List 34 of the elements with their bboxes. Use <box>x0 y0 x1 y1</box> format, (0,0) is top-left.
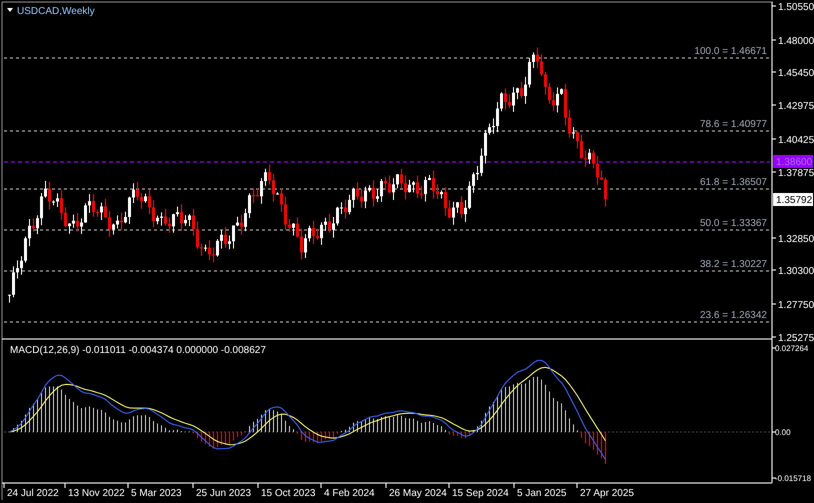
price-axis-label: 1.50550 <box>778 2 814 13</box>
time-axis-label: 4 Feb 2024 <box>324 488 375 499</box>
time-axis-label: 24 Jul 2022 <box>7 488 59 499</box>
fibonacci-level-label: 78.6 = 1.40977 <box>700 119 767 130</box>
macd-label: MACD(12,26,9) -0.011011 -0.004374 0.000000 -0.008627 <box>10 345 266 356</box>
fibonacci-level-label: 38.2 = 1.30227 <box>700 259 767 270</box>
time-axis-label: 26 May 2024 <box>389 488 447 499</box>
time-axis-label: 5 Mar 2023 <box>131 488 182 499</box>
price-axis-label: 1.45450 <box>778 68 814 79</box>
macd-axis-label: 0.027264 <box>775 344 808 353</box>
time-axis-label: 15 Oct 2023 <box>261 488 316 499</box>
dropdown-triangle-icon[interactable] <box>7 8 13 12</box>
time-axis-label: 27 Apr 2025 <box>580 488 634 499</box>
price-axis-label: 1.40425 <box>778 135 814 146</box>
macd-axis-label: -0.015718 <box>775 474 812 483</box>
price-axis-label: 1.48000 <box>778 36 814 47</box>
fibonacci-level-label: 100.0 = 1.46671 <box>694 46 767 57</box>
price-axis-label: 1.30300 <box>778 266 814 277</box>
fibonacci-level-label: 61.8 = 1.36507 <box>700 177 767 188</box>
price-axis-label: 1.42975 <box>778 101 814 112</box>
horizontal-line-price-tag: 1.38600 <box>773 155 813 168</box>
time-axis-label: 13 Nov 2022 <box>68 488 125 499</box>
time-axis-label: 15 Sep 2024 <box>452 488 509 499</box>
fibonacci-level-label: 23.6 = 1.26342 <box>700 310 767 321</box>
fibonacci-level-label: 50.0 = 1.33367 <box>700 218 767 229</box>
macd-axis-label: 0.00 <box>775 428 791 437</box>
current-price-tag: 1.35792 <box>773 193 813 206</box>
price-axis-label: 1.32850 <box>778 234 814 245</box>
chart-title: USDCAD,Weekly <box>17 6 95 17</box>
price-axis-label: 1.25275 <box>778 333 814 344</box>
time-axis-label: 5 Jan 2025 <box>517 488 566 499</box>
price-axis-label: 1.37875 <box>778 168 814 179</box>
price-axis-label: 1.27750 <box>778 300 814 311</box>
time-axis-label: 25 Jun 2023 <box>196 488 252 499</box>
